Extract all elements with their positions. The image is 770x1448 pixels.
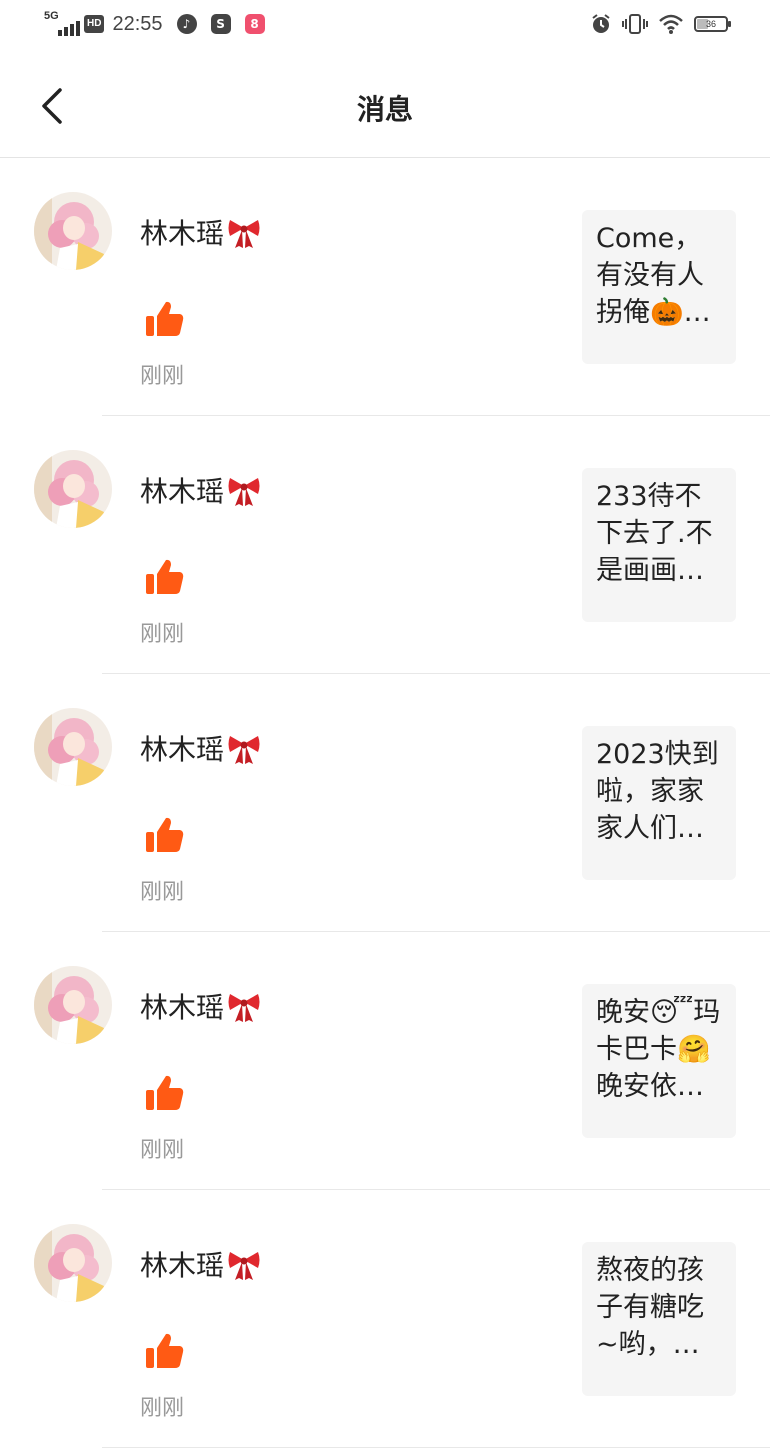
post-preview[interactable]: 熬夜的孩子有糖吃~哟，… — [582, 1242, 736, 1396]
username: 林木瑶 — [140, 470, 262, 510]
avatar[interactable] — [34, 450, 112, 528]
hd-badge: HD — [84, 15, 105, 33]
username: 林木瑶 — [140, 986, 262, 1026]
thumbs-up-icon — [146, 1075, 184, 1110]
message-time: 刚刚 — [140, 1396, 185, 1421]
status-bar: 5G HD 22:55 ♪ S 8 36 — [0, 0, 770, 52]
post-preview[interactable]: 晚安😴玛卡巴卡🤗晚安依… — [582, 984, 736, 1138]
avatar[interactable] — [34, 966, 112, 1044]
message-item[interactable]: 林木瑶 刚刚 2023快到啦，家家家人们… — [0, 674, 770, 932]
username: 林木瑶 — [140, 212, 262, 252]
bow-icon — [228, 736, 260, 764]
message-time: 刚刚 — [140, 880, 185, 905]
message-item[interactable]: 林木瑶 刚刚 Come，有没有人拐俺🎃… — [0, 158, 770, 416]
signal-icon: 5G — [44, 10, 80, 36]
message-list: 林木瑶 刚刚 Come，有没有人拐俺🎃… 林木瑶 刚刚 233待不下去了.不是画… — [0, 158, 770, 1448]
username-text: 林木瑶 — [140, 217, 225, 250]
page-header: 消息 — [0, 52, 770, 158]
bow-icon — [228, 220, 260, 248]
status-bar-left: 5G HD 22:55 ♪ S 8 — [44, 10, 273, 36]
vibrate-icon — [622, 14, 648, 34]
thumbs-up-icon — [146, 301, 184, 336]
battery-icon: 36 — [694, 16, 731, 32]
username: 林木瑶 — [140, 728, 262, 768]
thumbs-up-icon — [146, 559, 184, 594]
message-item[interactable]: 林木瑶 刚刚 233待不下去了.不是画画… — [0, 416, 770, 674]
message-time: 刚刚 — [140, 1138, 185, 1163]
status-time: 22:55 — [112, 12, 163, 35]
message-item[interactable]: 林木瑶 刚刚 晚安😴玛卡巴卡🤗晚安依… — [0, 932, 770, 1190]
username-text: 林木瑶 — [140, 1249, 225, 1282]
thumbs-up-icon — [146, 817, 184, 852]
wifi-icon — [659, 14, 683, 34]
thumbs-up-icon — [146, 1333, 184, 1368]
avatar[interactable] — [34, 1224, 112, 1302]
post-preview[interactable]: 2023快到啦，家家家人们… — [582, 726, 736, 880]
network-type: 5G — [44, 10, 59, 22]
red-app-icon: 8 — [244, 14, 265, 34]
message-time: 刚刚 — [140, 364, 185, 389]
post-preview[interactable]: 233待不下去了.不是画画… — [582, 468, 736, 622]
bow-icon — [228, 1252, 260, 1280]
page-title: 消息 — [356, 93, 413, 126]
status-bar-right: 36 — [590, 13, 731, 35]
bow-icon — [228, 478, 260, 506]
username: 林木瑶 — [140, 1244, 262, 1284]
username-text: 林木瑶 — [140, 991, 225, 1024]
username-text: 林木瑶 — [140, 733, 225, 766]
message-time: 刚刚 — [140, 622, 185, 647]
bow-icon — [228, 994, 260, 1022]
avatar[interactable] — [34, 708, 112, 786]
music-app-icon: ♪ — [176, 14, 197, 34]
post-preview[interactable]: Come，有没有人拐俺🎃… — [582, 210, 736, 364]
s-app-icon: S — [210, 14, 231, 34]
message-item[interactable]: 林木瑶 刚刚 熬夜的孩子有糖吃~哟，… — [0, 1190, 770, 1448]
username-text: 林木瑶 — [140, 475, 225, 508]
alarm-icon — [592, 14, 610, 33]
battery-level: 36 — [705, 19, 716, 29]
avatar[interactable] — [34, 192, 112, 270]
